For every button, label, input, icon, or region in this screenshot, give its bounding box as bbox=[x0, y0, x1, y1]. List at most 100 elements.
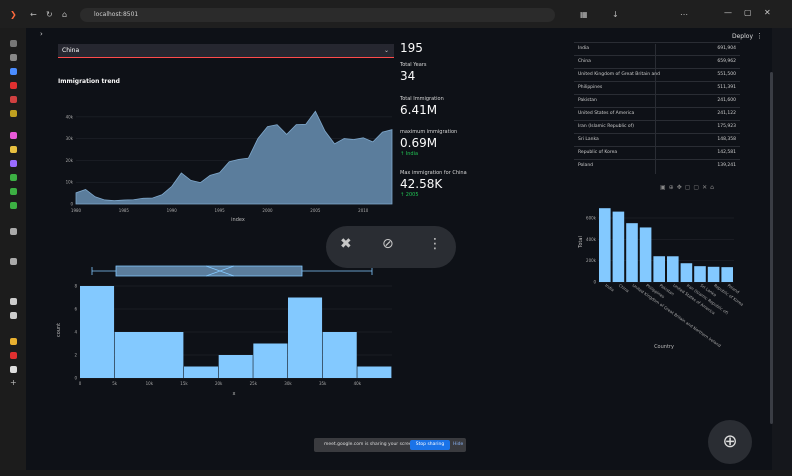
histogram-bar[interactable] bbox=[184, 366, 219, 379]
x-tick-label: 0 bbox=[79, 381, 82, 386]
histogram-bar[interactable] bbox=[218, 355, 253, 378]
histogram-bar[interactable] bbox=[322, 332, 357, 378]
total-immigration-metric: Total Immigration 6.41M bbox=[400, 96, 500, 118]
bar[interactable] bbox=[707, 266, 720, 282]
bar[interactable] bbox=[626, 223, 638, 282]
browser-menu-icon[interactable]: ⋯ bbox=[680, 10, 688, 20]
address-bar[interactable]: localhost:8501 bbox=[80, 8, 555, 22]
histogram-bar[interactable] bbox=[253, 343, 288, 379]
dock-app-icon[interactable] bbox=[10, 54, 17, 61]
immigration-trend-chart[interactable]: 0 10k 20k 30k 40k 1980 1985 1990 1995 2000 2005 201… bbox=[56, 100, 396, 224]
histogram-bar[interactable] bbox=[80, 286, 115, 378]
x-tick-label: 40k bbox=[354, 381, 362, 386]
x-tick-label: 5k bbox=[112, 381, 118, 386]
dock-app-icon[interactable] bbox=[10, 228, 17, 235]
total-years-value: 34 bbox=[400, 69, 416, 83]
app-logo-icon: ❯ bbox=[10, 10, 17, 19]
zoom-icon[interactable]: ⊕ bbox=[669, 184, 677, 191]
x-tick-label: 1980 bbox=[71, 208, 82, 213]
dock-app-icon[interactable] bbox=[10, 338, 17, 345]
minimize-button[interactable]: — bbox=[724, 8, 732, 17]
hide-button[interactable]: Hide bbox=[453, 438, 463, 452]
table-row[interactable]: United Kingdom of Great Britain and 551,5… bbox=[574, 68, 740, 81]
dock-app-icon[interactable] bbox=[10, 352, 17, 359]
dock-app-icon[interactable] bbox=[10, 96, 17, 103]
max-country-metric: Max immigration for China 42.58K ↑ 2005 bbox=[400, 170, 500, 198]
dock-app-icon[interactable] bbox=[10, 68, 17, 75]
bar[interactable] bbox=[653, 256, 665, 282]
dock-app-icon[interactable] bbox=[10, 110, 17, 117]
x-tick-label: China bbox=[618, 283, 631, 294]
pan-icon[interactable]: ✥ bbox=[677, 184, 685, 191]
download-icon[interactable]: ↓ bbox=[612, 10, 619, 20]
deploy-button[interactable]: Deploy bbox=[732, 33, 753, 40]
table-row[interactable]: India 691,904 bbox=[574, 42, 740, 55]
zoom-out-icon[interactable]: ▢ bbox=[693, 184, 702, 191]
back-icon[interactable]: ← bbox=[30, 10, 37, 20]
scrollbar[interactable] bbox=[770, 72, 773, 424]
y-tick-label: 200k bbox=[586, 258, 597, 263]
dock-app-icon[interactable] bbox=[10, 132, 17, 139]
chart-modebar[interactable]: ▣⊕✥▢▢✕⌂ bbox=[660, 184, 717, 191]
hist-xlabel: x bbox=[233, 391, 236, 397]
histogram-bar[interactable] bbox=[357, 366, 392, 379]
dock-app-icon[interactable] bbox=[10, 82, 17, 89]
sidebar-toggle-icon[interactable]: › bbox=[40, 30, 43, 38]
close-button[interactable]: ✕ bbox=[764, 8, 771, 17]
x-tick-label: 1995 bbox=[215, 208, 226, 213]
dock-app-icon[interactable] bbox=[10, 146, 17, 153]
table-row[interactable]: China 659,962 bbox=[574, 55, 740, 68]
browser-toolbar: ❯ ← ↻ ⌂ localhost:8501 ▦ ↓ ⋯ — ▢ ✕ bbox=[0, 0, 792, 28]
more-vert-icon[interactable]: ⋮ bbox=[428, 236, 442, 252]
camera-icon[interactable]: ▣ bbox=[660, 184, 669, 191]
zoom-in-icon[interactable]: ⊕ bbox=[708, 420, 752, 464]
table-row[interactable]: Poland 139,241 bbox=[574, 159, 740, 172]
github-icon[interactable] bbox=[10, 298, 17, 305]
add-icon[interactable]: + bbox=[10, 378, 17, 387]
home-icon[interactable]: ⌂ bbox=[62, 10, 67, 20]
bar[interactable] bbox=[680, 263, 693, 282]
table-row[interactable]: Philippines 511,391 bbox=[574, 81, 740, 94]
github-icon[interactable] bbox=[10, 312, 17, 319]
reset-icon[interactable]: ⌂ bbox=[710, 184, 717, 191]
dock-app-icon[interactable] bbox=[10, 160, 17, 167]
maximize-button[interactable]: ▢ bbox=[744, 8, 752, 17]
share-text: meet.google.com is sharing your screen. bbox=[324, 442, 416, 447]
table-row[interactable]: Pakistan 241,600 bbox=[574, 94, 740, 107]
x-tick-label: 25k bbox=[250, 381, 258, 386]
autoscale-icon[interactable]: ✕ bbox=[702, 184, 710, 191]
bar[interactable] bbox=[599, 208, 611, 282]
dock-app-icon[interactable] bbox=[10, 258, 17, 265]
bar[interactable] bbox=[639, 227, 652, 282]
x-tick-label: 35k bbox=[319, 381, 327, 386]
dock-app-icon[interactable] bbox=[10, 188, 17, 195]
main-menu-icon[interactable]: ⋮ bbox=[756, 32, 763, 40]
table-row[interactable]: Republic of Korea 142,581 bbox=[574, 146, 740, 159]
x-tick-label: 1985 bbox=[119, 208, 130, 213]
dock-app-icon[interactable] bbox=[10, 174, 17, 181]
dock-app-icon[interactable] bbox=[10, 202, 17, 209]
top-countries-chart[interactable]: 0200k400k600k India China United Kingdom o… bbox=[578, 196, 748, 352]
bar-xlabel: Country bbox=[654, 344, 674, 350]
table-row[interactable]: United States of America 241,122 bbox=[574, 107, 740, 120]
bar[interactable] bbox=[694, 266, 706, 282]
bar[interactable] bbox=[667, 256, 679, 282]
bar[interactable] bbox=[612, 211, 625, 282]
histogram-bar[interactable] bbox=[114, 332, 184, 378]
reload-icon[interactable]: ↻ bbox=[46, 10, 53, 20]
stop-sharing-button[interactable]: Stop sharing bbox=[410, 440, 450, 450]
bar[interactable] bbox=[721, 267, 733, 282]
table-row[interactable]: Iran (Islamic Republic of) 175,923 bbox=[574, 120, 740, 133]
table-row[interactable]: Sri Lanka 148,358 bbox=[574, 133, 740, 146]
dock-app-icon[interactable] bbox=[10, 40, 17, 47]
max-country-value: 42.58K bbox=[400, 177, 443, 191]
y-tick-label: 8 bbox=[74, 284, 77, 289]
country-select[interactable]: China ⌄ bbox=[58, 44, 394, 58]
histogram-bar[interactable] bbox=[288, 297, 323, 379]
extensions-icon[interactable]: ▦ bbox=[580, 10, 588, 20]
eye-off-icon[interactable]: ⊘ bbox=[382, 236, 394, 252]
histogram-chart[interactable]: 0 2 4 6 8 0 5k 10k 15k 20k 25k 30k 35k 40k count x bbox=[56, 262, 396, 398]
pin-off-icon[interactable]: ✖ bbox=[340, 236, 352, 252]
dock-app-icon[interactable] bbox=[10, 366, 17, 373]
total-immigration-value: 6.41M bbox=[400, 103, 438, 117]
